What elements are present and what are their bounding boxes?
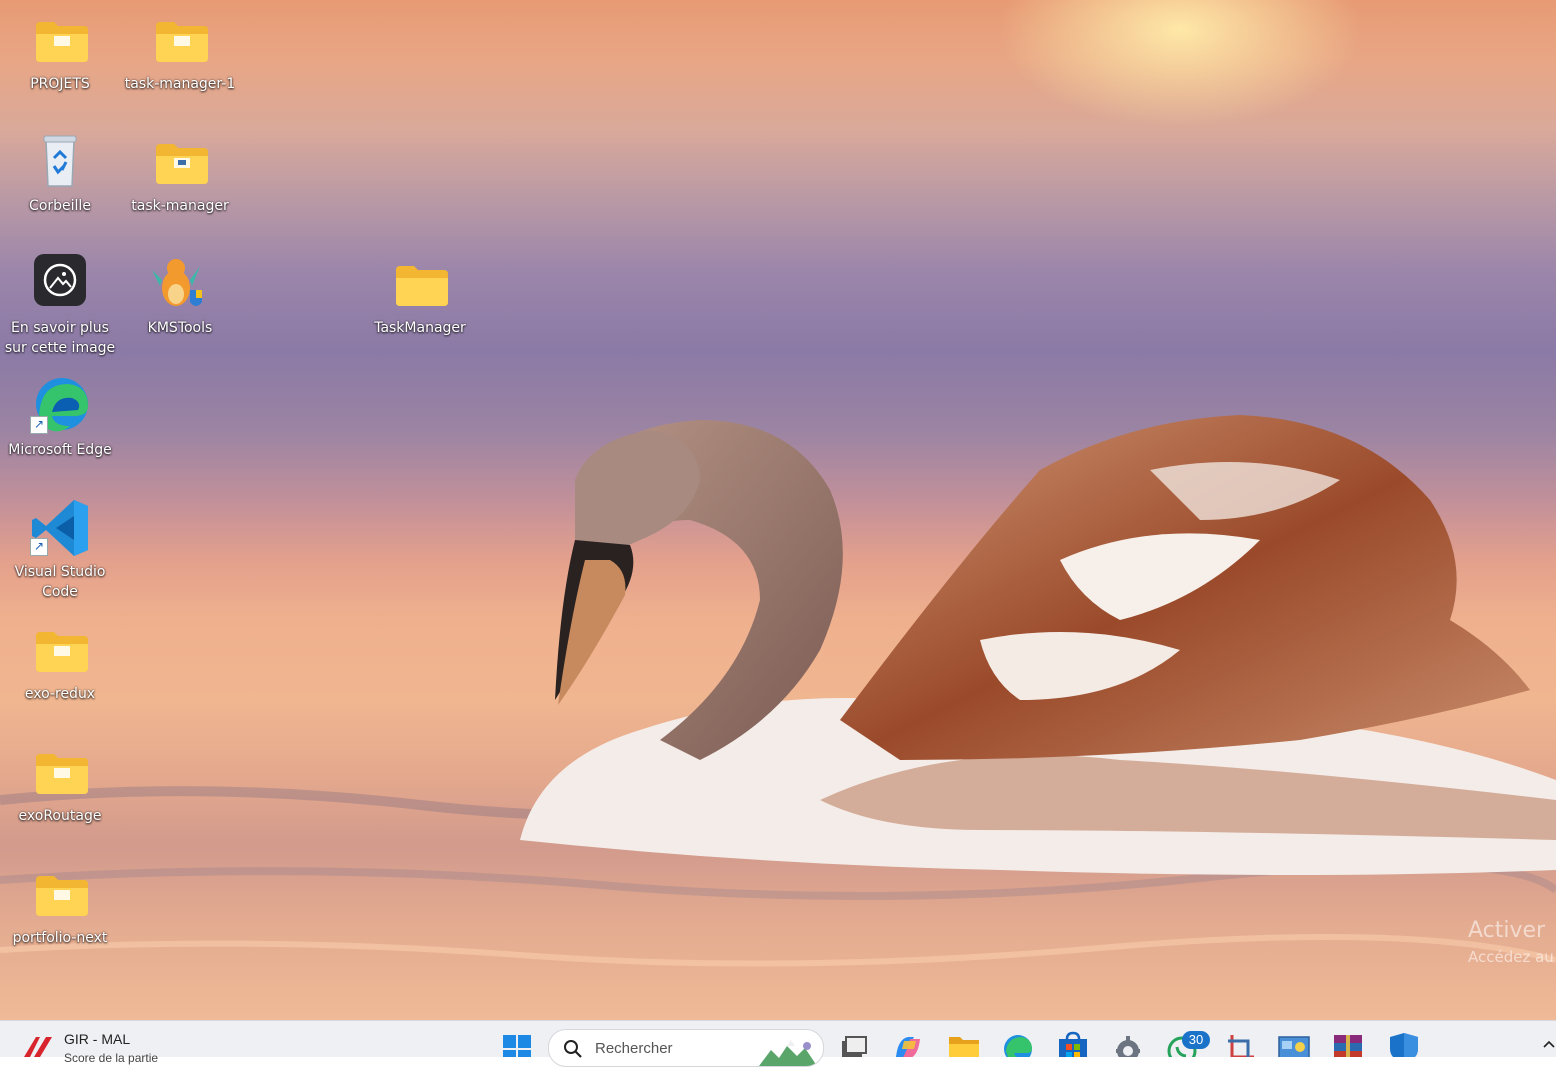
desktop-icon-label: Microsoft Edge <box>8 442 112 458</box>
folder-icon <box>156 22 208 62</box>
task-view-icon <box>842 1036 867 1057</box>
desktop-icon-label: KMSTools <box>147 320 213 336</box>
desktop-icon-projets[interactable]: PROJETS <box>0 10 120 94</box>
widget-title: GIR - MAL <box>64 1031 131 1047</box>
snipping-tool-button[interactable] <box>1222 1027 1258 1061</box>
desktop-wallpaper: PROJETS task-manager-1 Corbeille task-ma… <box>0 0 1556 1020</box>
kmstools-dragon-icon <box>152 259 202 306</box>
microsoft-store-button[interactable] <box>1055 1027 1091 1061</box>
folder-icon <box>156 144 208 184</box>
shortcut-arrow-icon: ↗ <box>30 416 48 434</box>
desktop-icon-label: task-manager <box>131 198 229 214</box>
winrar-icon <box>1334 1035 1362 1059</box>
copilot-icon <box>896 1037 920 1059</box>
desktop-icon-label: exoRoutage <box>18 808 102 824</box>
settings-button[interactable] <box>1110 1027 1146 1062</box>
folder-icon <box>36 22 88 62</box>
desktop-icon-label: task-manager-1 <box>124 76 236 92</box>
windows-security-button[interactable] <box>1386 1027 1422 1063</box>
desktop-icon-label: PROJETS <box>30 76 90 92</box>
microsoft-store-icon <box>1059 1031 1087 1061</box>
edge-taskbar-button[interactable] <box>1000 1027 1036 1063</box>
desktop-icon-taskmanager[interactable]: TaskManager <box>360 254 480 338</box>
desktop-icon-label: Corbeille <box>29 198 91 214</box>
edge-icon <box>1004 1035 1032 1063</box>
desktop-icon-label: portfolio-next <box>12 930 108 946</box>
chevron-up-icon[interactable] <box>1542 1037 1556 1051</box>
settings-gear-icon <box>1116 1036 1140 1062</box>
learn-about-image-icon <box>34 254 86 306</box>
desktop-icon-microsoft-edge[interactable]: ↗ Microsoft Edge <box>0 376 120 460</box>
start-windows-icon <box>503 1035 531 1063</box>
winrar-button[interactable] <box>1330 1027 1366 1059</box>
taskbar-search-box[interactable] <box>548 1029 824 1067</box>
desktop-icon-label: Visual Studio Code <box>14 564 106 600</box>
whatsapp-notification-badge: 30 <box>1182 1031 1210 1049</box>
snipping-tool-icon <box>1228 1035 1254 1061</box>
control-panel-button[interactable] <box>1276 1027 1312 1060</box>
search-highlight-illustration-icon <box>759 1040 817 1066</box>
control-panel-icon <box>1278 1036 1310 1060</box>
folder-icon <box>396 266 448 306</box>
desktop-icon-kmstools[interactable]: KMSTools <box>120 254 240 338</box>
folder-icon <box>36 876 88 916</box>
desktop-icon-visual-studio-code[interactable]: ↗ Visual Studio Code <box>0 498 120 602</box>
file-explorer-button[interactable] <box>946 1027 982 1061</box>
desktop-icon-exo-redux[interactable]: exo-redux <box>0 620 120 704</box>
file-explorer-icon <box>949 1037 979 1061</box>
windows-activation-watermark: Activer Accédez au <box>1468 916 1554 968</box>
desktop-icon-label: En savoir plus sur cette image <box>4 320 116 356</box>
desktop-icon-label: TaskManager <box>374 320 466 336</box>
desktop-icon-exoroutage[interactable]: exoRoutage <box>0 742 120 826</box>
windows-security-icon <box>1390 1033 1418 1063</box>
recycle-bin-icon <box>43 135 77 187</box>
search-input[interactable] <box>593 1036 747 1060</box>
copilot-button[interactable] <box>890 1027 926 1059</box>
shortcut-arrow-icon: ↗ <box>30 538 48 556</box>
folder-icon <box>36 754 88 794</box>
taskbar: GIR - MAL Score de la partie Rechercher … <box>0 1020 1556 1067</box>
search-icon <box>564 1040 582 1058</box>
activation-title: Activer <box>1468 918 1546 943</box>
activation-subtitle: Accédez au <box>1468 948 1554 966</box>
widget-subtitle: Score de la partie <box>64 1051 159 1065</box>
task-view-button[interactable] <box>836 1027 872 1057</box>
folder-icon <box>36 632 88 672</box>
desktop-icon-label: exo-redux <box>24 686 96 702</box>
desktop-icon-task-manager[interactable]: task-manager <box>120 132 240 216</box>
desktop-icon-corbeille[interactable]: Corbeille <box>0 132 120 216</box>
desktop-icon-portfolio-next[interactable]: portfolio-next <box>0 864 120 948</box>
desktop-icon-task-manager-1[interactable]: task-manager-1 <box>120 10 240 94</box>
desktop-icon-en-savoir-plus[interactable]: En savoir plus sur cette image <box>0 254 120 358</box>
start-button[interactable] <box>500 1027 536 1063</box>
sports-score-icon <box>24 1037 52 1057</box>
